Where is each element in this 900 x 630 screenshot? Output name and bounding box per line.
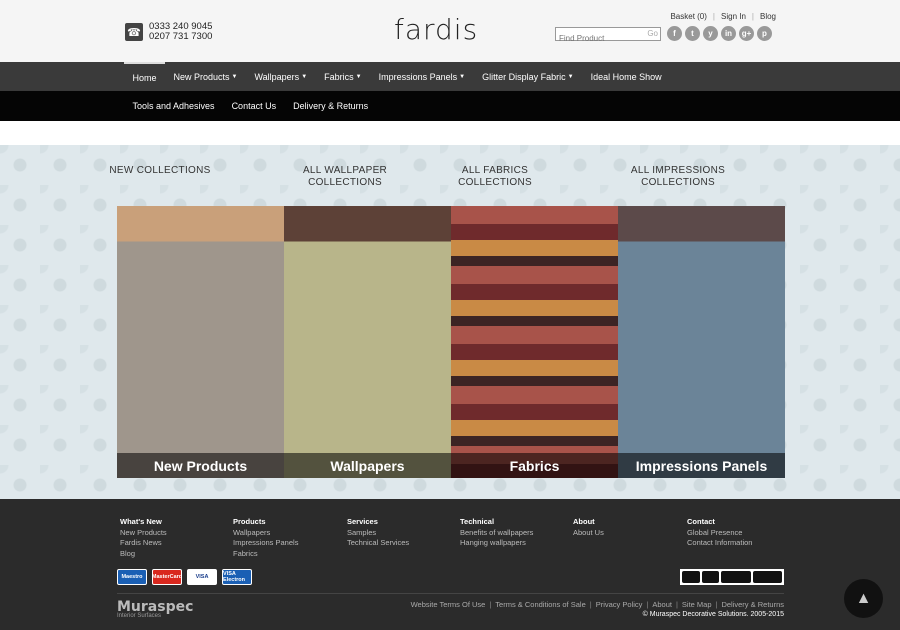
label-fabrics-collections[interactable]: All FABRICS COLLECTIONS	[425, 165, 565, 189]
caret-down-icon: ▼	[231, 73, 238, 80]
linkedin-icon[interactable]: in	[721, 26, 736, 41]
footer-col-whats-new: What's New New Products Fardis News Blog	[120, 517, 167, 560]
social-icons: f t y in g+ p	[667, 26, 772, 41]
nav-impressions-panels[interactable]: Impressions Panels ▼	[370, 62, 474, 91]
site-footer: What's New New Products Fardis News Blog…	[0, 499, 900, 630]
fardis-logo[interactable]: fardis	[394, 13, 478, 46]
site-map-link[interactable]: Site Map	[682, 600, 712, 609]
footer-divider	[117, 593, 784, 594]
label-impressions-collections[interactable]: All IMPRESSIONS COLLECTIONS	[608, 165, 748, 189]
footer-link[interactable]: Wallpapers	[233, 528, 298, 539]
site-header: ☎ 0333 240 9045 0207 731 7300 fardis Bas…	[0, 0, 900, 62]
search-box: Go	[555, 27, 661, 45]
nav-glitter-display-fabric[interactable]: Glitter Display Fabric ▼	[474, 62, 582, 91]
sign-in-link[interactable]: Sign In	[721, 12, 746, 21]
main-nav: Home New Products ▼ Wallpapers ▼ Fabrics ▼ …	[0, 62, 900, 91]
search-input[interactable]	[556, 32, 644, 45]
tile-wallpapers[interactable]: Wallpapers	[284, 206, 451, 478]
caret-down-icon: ▼	[355, 73, 362, 80]
footer-link[interactable]: Fabrics	[233, 549, 298, 560]
cert-badge-icon	[721, 571, 751, 583]
tile-caption: New Products	[117, 453, 284, 478]
footer-link[interactable]: Technical Services	[347, 538, 409, 549]
label-new-collections[interactable]: NEW COLLECTIONS	[90, 165, 230, 177]
blog-link[interactable]: Blog	[760, 12, 776, 21]
terms-of-use-link[interactable]: Website Terms Of Use	[411, 600, 486, 609]
about-link[interactable]: About	[652, 600, 672, 609]
footer-link[interactable]: Samples	[347, 528, 409, 539]
category-tiles: New Products Wallpapers Fabrics Impressi…	[117, 206, 785, 478]
footer-link[interactable]: Impressions Panels	[233, 538, 298, 549]
cert-badge-icon	[682, 571, 700, 583]
copyright: © Muraspec Decorative Solutions. 2005-20…	[642, 611, 784, 618]
tile-fabrics[interactable]: Fabrics	[451, 206, 618, 478]
label-wallpaper-collections[interactable]: All WALLPAPER COLLECTIONS	[275, 165, 415, 189]
footer-link[interactable]: Hanging wallpapers	[460, 538, 533, 549]
footer-col-technical: Technical Benefits of wallpapers Hanging…	[460, 517, 534, 549]
nav-new-products[interactable]: New Products ▼	[165, 62, 246, 91]
category-showcase: NEW COLLECTIONS All WALLPAPER COLLECTION…	[0, 145, 900, 499]
spacer	[0, 121, 900, 145]
search-go-button[interactable]: Go	[647, 29, 658, 38]
footer-col-contact: Contact Global Presence Contact Informat…	[687, 517, 753, 549]
footer-link[interactable]: Global Presence	[687, 528, 752, 539]
footer-link[interactable]: New Products	[120, 528, 167, 539]
footer-link[interactable]: Benefits of wallpapers	[460, 528, 533, 539]
nav-wallpapers[interactable]: Wallpapers ▼	[246, 62, 316, 91]
twitter-icon[interactable]: t	[685, 26, 700, 41]
footer-link[interactable]: About Us	[573, 528, 604, 539]
facebook-icon[interactable]: f	[667, 26, 682, 41]
delivery-returns-link[interactable]: Delivery & Returns	[721, 600, 784, 609]
tile-caption: Impressions Panels	[618, 453, 785, 478]
tile-caption: Fabrics	[451, 453, 618, 478]
nav-contact-us[interactable]: Contact Us	[223, 91, 285, 121]
secondary-nav: Tools and Adhesives Contact Us Delivery …	[0, 91, 900, 121]
nav-home[interactable]: Home	[124, 62, 166, 91]
caret-down-icon: ▼	[301, 73, 308, 80]
nav-delivery-returns[interactable]: Delivery & Returns	[285, 91, 377, 121]
caret-down-icon: ▼	[567, 73, 574, 80]
pinterest-icon[interactable]: p	[757, 26, 772, 41]
footer-col-products: Products Wallpapers Impressions Panels F…	[233, 517, 299, 560]
visa-card-icon: VISA	[187, 569, 217, 585]
footer-link[interactable]: Blog	[120, 549, 167, 560]
cert-badge-icon	[701, 571, 720, 583]
scroll-to-top-button[interactable]: ▲	[844, 579, 883, 618]
nav-fabrics[interactable]: Fabrics ▼	[316, 62, 370, 91]
nav-tools-adhesives[interactable]: Tools and Adhesives	[124, 91, 223, 121]
caret-down-icon: ▼	[459, 73, 466, 80]
privacy-policy-link[interactable]: Privacy Policy	[596, 600, 643, 609]
basket-link[interactable]: Basket (0)	[670, 12, 706, 21]
terms-of-sale-link[interactable]: Terms & Conditions of Sale	[495, 600, 585, 609]
nav-ideal-home-show[interactable]: Ideal Home Show	[582, 62, 670, 91]
tile-impressions-panels[interactable]: Impressions Panels	[618, 206, 785, 478]
footer-link[interactable]: Fardis News	[120, 538, 167, 549]
phone-icon: ☎	[125, 23, 143, 41]
phone-block: ☎ 0333 240 9045 0207 731 7300	[125, 22, 212, 42]
top-links: Basket (0) | Sign In | Blog	[670, 12, 776, 21]
youtube-icon[interactable]: y	[703, 26, 718, 41]
chevron-up-icon: ▲	[855, 589, 872, 607]
tile-caption: Wallpapers	[284, 453, 451, 478]
google-plus-icon[interactable]: g+	[739, 26, 754, 41]
visa-electron-card-icon: VISA Electron	[222, 569, 252, 585]
muraspec-logo[interactable]: Muraspec Interior Surfaces	[117, 599, 193, 619]
mastercard-icon: MasterCard	[152, 569, 182, 585]
tile-new-products[interactable]: New Products	[117, 206, 284, 478]
footer-link[interactable]: Contact Information	[687, 538, 752, 549]
footer-col-about: About About Us	[573, 517, 604, 539]
certification-badges	[680, 569, 784, 585]
phone-number-2[interactable]: 0207 731 7300	[149, 32, 212, 42]
maestro-card-icon: Maestro	[117, 569, 147, 585]
legal-links: Website Terms Of Use | Terms & Conditions…	[410, 600, 784, 609]
cert-badge-icon	[752, 571, 782, 583]
payment-cards: Maestro MasterCard VISA VISA Electron	[117, 569, 252, 585]
footer-col-services: Services Samples Technical Services	[347, 517, 410, 549]
